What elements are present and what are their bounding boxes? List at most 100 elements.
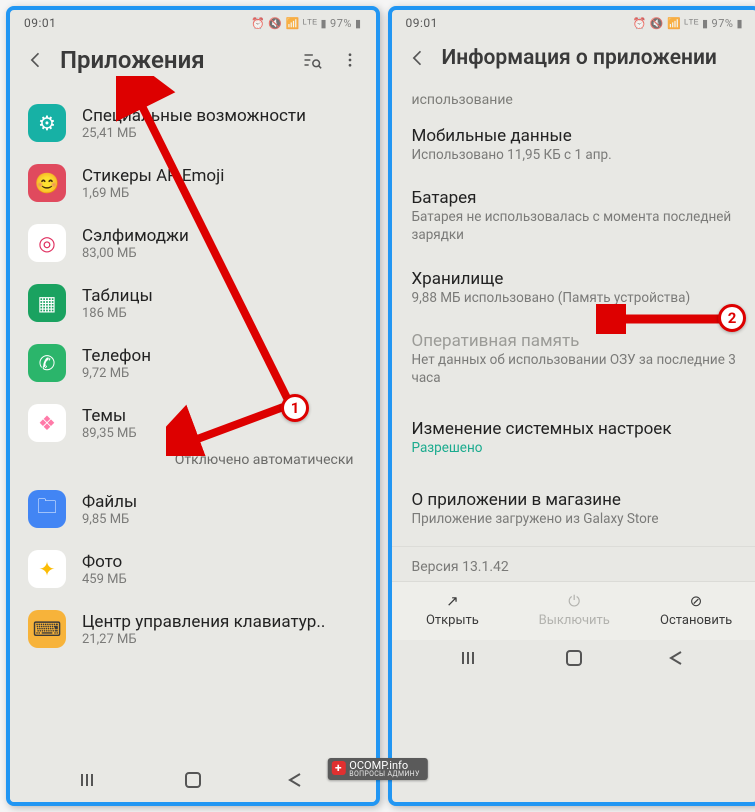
setting-sub: Батарея не использовалась с момента посл…: [412, 208, 738, 244]
phone-left: 09:01 ⏰ 🔇 📶 ᴸᵀᴱ ▮ 97% ▮ Приложения: [6, 6, 380, 806]
app-icon: ▦: [28, 284, 66, 322]
setting-row[interactable]: Хранилище9,88 МБ использовано (Память ус…: [410, 259, 740, 321]
watermark: OCOMP.info ВОПРОСЫ АДМИНУ: [327, 758, 427, 780]
setting-row[interactable]: О приложении в магазинеПриложение загруж…: [410, 480, 740, 542]
setting-row[interactable]: Изменение системных настроекРазрешено: [410, 409, 740, 471]
setting-row[interactable]: Мобильные данныеИспользовано 11,95 КБ с …: [410, 116, 740, 178]
disable-button[interactable]: ⏻ Выключить: [513, 582, 635, 640]
battery-percent: 97%: [712, 17, 734, 30]
app-row[interactable]: ▦ Таблицы186 МБ: [20, 272, 366, 332]
alarm-icon: ⏰: [251, 17, 265, 30]
app-icon: ✆: [28, 344, 66, 382]
recents-button[interactable]: [80, 772, 102, 788]
app-row[interactable]: ⚙ Специальные возможности25,41 МБ: [20, 92, 366, 152]
app-icon: ❖: [28, 404, 66, 442]
setting-title: Оперативная память: [412, 331, 738, 351]
app-name: Центр управления клавиатур..: [82, 612, 325, 632]
app-name: Темы: [82, 406, 137, 426]
app-icon: ◎: [28, 224, 66, 262]
status-icons: ⏰ 🔇 📶 ᴸᵀᴱ ▮ 97% ▮: [633, 17, 743, 30]
apps-list[interactable]: ⚙ Специальные возможности25,41 МБ 😊 Стикеры…: [10, 92, 376, 762]
nav-bar: [10, 762, 376, 802]
app-size: 9,72 МБ: [82, 366, 151, 381]
setting-title: Батарея: [412, 188, 738, 208]
home-button[interactable]: [182, 772, 204, 788]
stop-button[interactable]: ⊘ Остановить: [635, 582, 755, 640]
app-name: Фото: [82, 552, 127, 572]
signal-icon: ▮: [320, 17, 327, 30]
setting-sub: Разрешено: [412, 439, 738, 457]
back-icon[interactable]: [408, 48, 428, 68]
home-button[interactable]: [563, 650, 585, 666]
signal-icon: ▮: [702, 17, 709, 30]
watermark-sub: ВОПРОСЫ АДМИНУ: [349, 771, 419, 778]
app-row[interactable]: ⌨ Центр управления клавиатур..21,27 МБ: [20, 598, 366, 658]
filter-search-icon[interactable]: [302, 50, 322, 70]
app-size: 1,69 МБ: [82, 186, 224, 201]
clock: 09:01: [24, 16, 56, 30]
page-title: Информация о приложении: [442, 46, 742, 70]
app-row[interactable]: ◎Сэлфимоджи83,00 МБ: [20, 212, 366, 272]
app-size: 25,41 МБ: [82, 126, 306, 141]
app-size: 9,85 МБ: [82, 512, 137, 527]
app-row[interactable]: ✆ Телефон9,72 МБ: [20, 332, 366, 392]
tutorial-screenshot: 09:01 ⏰ 🔇 📶 ᴸᵀᴱ ▮ 97% ▮ Приложения: [6, 6, 755, 806]
app-size: 21,27 МБ: [82, 632, 325, 647]
auto-disabled-label: Отключено автоматически: [20, 452, 366, 478]
back-button[interactable]: [665, 650, 687, 666]
app-row[interactable]: ✦Фото459 МБ: [20, 538, 366, 598]
app-name: Таблицы: [82, 286, 153, 306]
app-size: 89,35 МБ: [82, 426, 137, 441]
battery-icon: ▮: [736, 17, 743, 30]
app-name: Стикеры AR Emoji: [82, 166, 224, 186]
setting-sub: Использовано 11,95 КБ с 1 апр.: [412, 146, 738, 164]
setting-title: Изменение системных настроек: [412, 419, 738, 439]
app-icon: ⚙: [28, 104, 66, 142]
header: Информация о приложении: [392, 32, 755, 88]
wifi-icon: 📶: [286, 17, 300, 30]
clock: 09:01: [406, 16, 438, 30]
status-bar: 09:01 ⏰ 🔇 📶 ᴸᵀᴱ ▮ 97% ▮: [392, 10, 755, 32]
app-size: 186 МБ: [82, 306, 153, 321]
app-row[interactable]: 🗀Файлы9,85 МБ: [20, 478, 366, 538]
app-icon: ⌨: [28, 610, 66, 648]
app-version: Версия 13.1.42: [392, 546, 755, 581]
page-title: Приложения: [60, 46, 288, 74]
app-name: Специальные возможности: [82, 106, 306, 126]
app-size: 83,00 МБ: [82, 246, 189, 261]
mute-icon: 🔇: [650, 17, 664, 30]
setting-sub: 9,88 МБ использовано (Память устройства): [412, 289, 738, 307]
setting-row[interactable]: БатареяБатарея не использовалась с момен…: [410, 178, 740, 258]
setting-row: Оперативная памятьНет данных об использо…: [410, 321, 740, 401]
mute-icon: 🔇: [268, 17, 282, 30]
section-label-usage: использование: [392, 88, 755, 116]
app-icon: ✦: [28, 550, 66, 588]
disable-label: Выключить: [539, 613, 610, 628]
header: Приложения: [10, 32, 376, 92]
setting-title: Хранилище: [412, 269, 738, 289]
back-button[interactable]: [284, 772, 306, 788]
alarm-icon: ⏰: [633, 17, 647, 30]
app-row[interactable]: ❖ Темы89,35 МБ: [20, 392, 366, 452]
setting-sub: Приложение загружено из Galaxy Store: [412, 510, 738, 528]
app-icon: 😊: [28, 164, 66, 202]
app-name: Телефон: [82, 346, 151, 366]
stop-icon: ⊘: [690, 592, 703, 610]
recents-button[interactable]: [461, 650, 483, 666]
sections: Мобильные данныеИспользовано 11,95 КБ с …: [392, 116, 755, 542]
stop-label: Остановить: [660, 613, 732, 628]
more-icon[interactable]: [340, 50, 360, 70]
open-icon: ↗: [446, 592, 459, 610]
setting-title: О приложении в магазине: [412, 490, 738, 510]
setting-sub: Нет данных об использовании ОЗУ за после…: [412, 351, 738, 387]
app-row[interactable]: 😊 Стикеры AR Emoji1,69 МБ: [20, 152, 366, 212]
open-button[interactable]: ↗ Открыть: [392, 582, 514, 640]
back-icon[interactable]: [26, 50, 46, 70]
power-icon: ⏻: [568, 592, 580, 610]
status-icons: ⏰ 🔇 📶 ᴸᵀᴱ ▮ 97% ▮: [251, 17, 361, 30]
wifi-icon: 📶: [667, 17, 681, 30]
phone-right: 09:01 ⏰ 🔇 📶 ᴸᵀᴱ ▮ 97% ▮ Информация о при…: [388, 6, 755, 806]
lte-icon: ᴸᵀᴱ: [684, 17, 699, 30]
lte-icon: ᴸᵀᴱ: [303, 17, 318, 30]
nav-bar: [392, 640, 755, 680]
